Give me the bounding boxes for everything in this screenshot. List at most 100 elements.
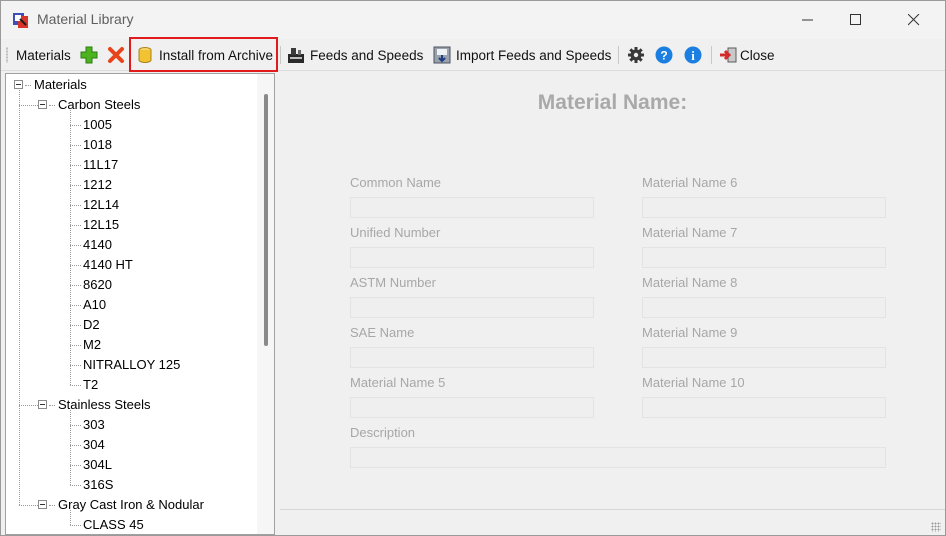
field-input-right-2[interactable] [642, 247, 886, 268]
toolbar-separator [711, 46, 712, 64]
tree-connector [49, 105, 55, 106]
materials-menu[interactable]: Materials [16, 44, 71, 66]
tree-item[interactable]: 4140 HT [83, 255, 133, 275]
gear-icon [628, 47, 644, 63]
minimize-button[interactable] [785, 1, 831, 39]
tree-item[interactable]: 12L14 [83, 195, 119, 215]
close-button[interactable]: Close [719, 44, 775, 66]
tree-item[interactable]: 1212 [83, 175, 112, 195]
help-button[interactable]: ? [655, 44, 678, 66]
settings-button[interactable] [627, 44, 650, 66]
tree-connector [70, 305, 81, 306]
import-icon [433, 46, 451, 64]
tree-group-gray-cast-iron-nodular[interactable]: Gray Cast Iron & Nodular [58, 495, 204, 515]
tree-connector [70, 110, 71, 385]
highlight-box [129, 37, 278, 72]
toolbar-separator [280, 46, 281, 64]
feeds-and-speeds-button[interactable]: Feeds and Speeds [287, 44, 423, 66]
field-input-left-4[interactable] [350, 347, 594, 368]
tree-item[interactable]: 304 [83, 435, 105, 455]
tree-item[interactable]: T2 [83, 375, 98, 395]
plus-icon [80, 46, 98, 64]
field-input-right-3[interactable] [642, 297, 886, 318]
field-input-left-2[interactable] [350, 247, 594, 268]
tree-item[interactable]: 1018 [83, 135, 112, 155]
field-label: ASTM Number [350, 275, 436, 290]
tree-item[interactable]: 304L [83, 455, 112, 475]
question-icon: ? [655, 46, 673, 64]
field-input-left-3[interactable] [350, 297, 594, 318]
field-input-left-5[interactable] [350, 397, 594, 418]
svg-text:?: ? [660, 49, 667, 63]
expander-group[interactable] [38, 100, 47, 109]
tree-item[interactable]: 12L15 [83, 215, 119, 235]
tree-connector [70, 205, 81, 206]
tree-connector [19, 405, 38, 406]
field-label: Material Name 6 [642, 175, 738, 190]
tree-item[interactable]: 316S [83, 475, 113, 495]
tree-connector [19, 105, 38, 106]
toolbar-grip[interactable] [6, 47, 8, 63]
expander-group[interactable] [38, 500, 47, 509]
tree-connector [70, 165, 81, 166]
tree-item[interactable]: 11L17 [83, 155, 118, 175]
tree-item[interactable]: 4140 [83, 235, 112, 255]
tree-group-stainless-steels[interactable]: Stainless Steels [58, 395, 151, 415]
svg-text:i: i [691, 48, 695, 63]
field-label: Material Name 8 [642, 275, 738, 290]
field-label: Material Name 10 [642, 375, 745, 390]
tree-item[interactable]: 8620 [83, 275, 112, 295]
field-input-left-1[interactable] [350, 197, 594, 218]
tree-connector [70, 445, 81, 446]
tree-connector [70, 265, 81, 266]
tree-scrollbar-thumb[interactable] [264, 94, 268, 346]
tree-connector [70, 410, 71, 485]
maximize-button[interactable] [833, 1, 879, 39]
field-input-right-1[interactable] [642, 197, 886, 218]
add-material-button[interactable] [80, 44, 103, 66]
tree-connector [70, 185, 81, 186]
field-input-right-5[interactable] [642, 397, 886, 418]
tree-connector [19, 90, 20, 505]
import-feeds-and-speeds-label: Import Feeds and Speeds [456, 47, 612, 63]
status-strip [280, 509, 945, 535]
info-button[interactable]: i [684, 44, 707, 66]
material-tree[interactable]: Materials Carbon Steels 1005 1018 11L17 1212 1… [5, 73, 275, 535]
close-window-button[interactable] [891, 1, 937, 39]
field-label: Unified Number [350, 225, 441, 240]
maximize-icon [850, 14, 861, 25]
tree-item[interactable]: 303 [83, 415, 105, 435]
tree-connector [70, 225, 81, 226]
tree-connector [70, 485, 81, 486]
tree-item[interactable]: CLASS 45 [83, 515, 144, 534]
tree-item[interactable]: A10 [83, 295, 106, 315]
tree-connector [70, 245, 81, 246]
tree-connector [70, 385, 81, 386]
tree-item[interactable]: M2 [83, 335, 101, 355]
exit-door-icon [720, 47, 737, 63]
tree-connector [70, 510, 71, 525]
window-title: Material Library [37, 11, 134, 27]
description-input[interactable] [350, 447, 886, 468]
tree-connector [70, 465, 81, 466]
field-label: Material Name 7 [642, 225, 738, 240]
tree-item[interactable]: 1005 [83, 115, 112, 135]
import-feeds-and-speeds-button[interactable]: Import Feeds and Speeds [433, 44, 611, 66]
minimize-icon [802, 19, 813, 21]
field-label: Material Name 9 [642, 325, 738, 340]
tree-item[interactable]: D2 [83, 315, 100, 335]
expander-materials-root[interactable] [14, 80, 23, 89]
machine-icon [288, 48, 304, 63]
expander-group[interactable] [38, 400, 47, 409]
tree-item[interactable]: NITRALLOY 125 [83, 355, 180, 375]
tree-root-materials[interactable]: Materials [34, 75, 87, 95]
toolbar-separator [618, 46, 619, 64]
title-bar: Material Library [1, 1, 945, 39]
field-input-right-4[interactable] [642, 347, 886, 368]
field-label: SAE Name [350, 325, 415, 340]
resize-grip[interactable] [931, 522, 941, 532]
material-details-form: Material Name: Common Name Material Name … [280, 73, 945, 509]
field-label: Material Name 5 [350, 375, 446, 390]
tree-connector [70, 145, 81, 146]
delete-material-button[interactable] [107, 44, 130, 66]
